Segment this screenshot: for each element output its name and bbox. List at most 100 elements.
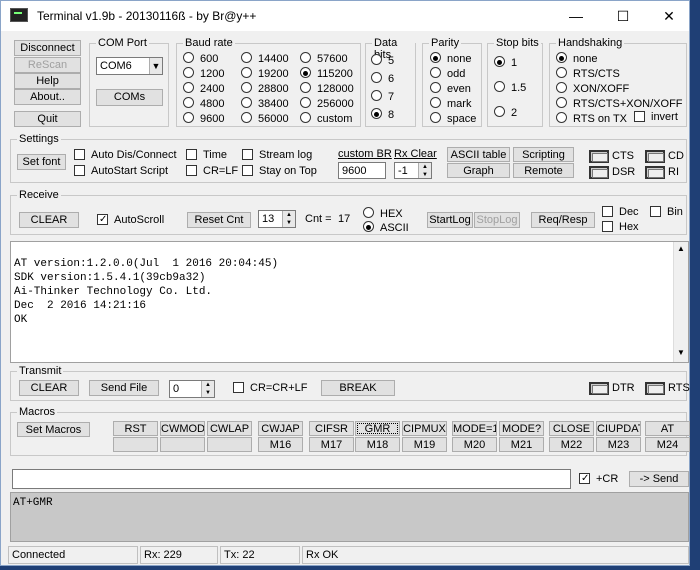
macro-button-1[interactable]: RST	[113, 421, 158, 436]
baud-2400-radio[interactable]: 2400	[183, 82, 224, 96]
macro-button-8[interactable]: MODE=1	[452, 421, 497, 436]
macro-m-button-6[interactable]: M18	[355, 437, 400, 452]
macro-button-5[interactable]: CIFSR	[309, 421, 354, 436]
cnt-spinner[interactable]: ▲ ▼	[282, 211, 295, 227]
stop-bits-2-radio[interactable]: 2	[494, 106, 517, 120]
com-port-select[interactable]: COM6 ▼	[96, 57, 163, 75]
baud-57600-radio[interactable]: 57600	[300, 52, 348, 66]
autostart-script-checkbox[interactable]: AutoStart Script	[74, 165, 168, 178]
parity-even-radio[interactable]: even	[430, 82, 471, 96]
hex-radio[interactable]: HEX	[363, 207, 403, 221]
stay-on-top-checkbox[interactable]: Stay on Top	[242, 165, 317, 178]
hex-checkbox[interactable]: Hex	[602, 221, 639, 234]
quit-button[interactable]: Quit	[14, 111, 81, 127]
custom-br-input[interactable]: 9600	[338, 162, 386, 179]
scroll-down-icon[interactable]: ▼	[677, 348, 685, 357]
scripting-button[interactable]: Scripting	[513, 147, 574, 162]
data-bits-5-radio[interactable]: 5	[371, 54, 394, 68]
macro-m-button-2[interactable]	[160, 437, 205, 452]
macro-m-button-10[interactable]: M22	[549, 437, 594, 452]
stop-bits-1-5-radio[interactable]: 1.5	[494, 81, 526, 95]
title-bar[interactable]: Terminal v1.9b - 20130116ß - by Br@y++ —…	[1, 1, 689, 31]
receive-scrollbar[interactable]: ▲ ▼	[673, 242, 688, 362]
macro-m-button-9[interactable]: M21	[499, 437, 544, 452]
macro-m-button-7[interactable]: M19	[402, 437, 447, 452]
macro-button-11[interactable]: CIUPDAT	[596, 421, 641, 436]
macro-button-6[interactable]: GMR	[355, 421, 400, 436]
cr-lf-checkbox[interactable]: CR=LF	[186, 165, 238, 178]
rx-clear-spinner[interactable]: ▲ ▼	[418, 163, 431, 178]
baud-600-radio[interactable]: 600	[183, 52, 218, 66]
transmit-spinner-input[interactable]: 0 ▲ ▼	[169, 380, 215, 398]
stop-log-button[interactable]: StopLog	[474, 212, 520, 228]
cnt-input[interactable]: 13 ▲ ▼	[258, 210, 296, 228]
baud-9600-radio[interactable]: 9600	[183, 112, 224, 126]
autoscroll-checkbox[interactable]: AutoScroll	[97, 213, 164, 227]
auto-disconnect-checkbox[interactable]: Auto Dis/Connect	[74, 149, 177, 162]
baud-14400-radio[interactable]: 14400	[241, 52, 289, 66]
macro-m-button-5[interactable]: M17	[309, 437, 354, 452]
data-bits-6-radio[interactable]: 6	[371, 72, 394, 86]
baud-256000-radio[interactable]: 256000	[300, 97, 354, 111]
baud-56000-radio[interactable]: 56000	[241, 112, 289, 126]
macro-m-button-8[interactable]: M20	[452, 437, 497, 452]
send-file-button[interactable]: Send File	[89, 380, 159, 396]
rts-lamp-icon[interactable]	[645, 382, 665, 395]
macro-m-button-3[interactable]	[207, 437, 252, 452]
reset-cnt-button[interactable]: Reset Cnt	[187, 212, 251, 228]
scroll-up-icon[interactable]: ▲	[677, 244, 685, 253]
baud-custom-radio[interactable]: custom	[300, 112, 352, 126]
handshaking-none-radio[interactable]: none	[556, 52, 597, 66]
handshaking-rts-on-tx-radio[interactable]: RTS on TX	[556, 112, 627, 126]
baud-4800-radio[interactable]: 4800	[183, 97, 224, 111]
parity-mark-radio[interactable]: mark	[430, 97, 471, 111]
ascii-table-button[interactable]: ASCII table	[447, 147, 510, 162]
macro-button-10[interactable]: CLOSE	[549, 421, 594, 436]
req-resp-button[interactable]: Req/Resp	[531, 212, 595, 228]
help-button[interactable]: Help	[14, 73, 81, 89]
send-button[interactable]: -> Send	[629, 471, 689, 487]
parity-none-radio[interactable]: none	[430, 52, 471, 66]
receive-clear-button[interactable]: CLEAR	[19, 212, 79, 228]
baud-28800-radio[interactable]: 28800	[241, 82, 289, 96]
macro-button-12[interactable]: AT	[645, 421, 690, 436]
invert-checkbox[interactable]: invert	[634, 111, 678, 124]
macro-m-button-1[interactable]	[113, 437, 158, 452]
baud-38400-radio[interactable]: 38400	[241, 97, 289, 111]
macro-button-2[interactable]: CWMODE	[160, 421, 205, 436]
set-macros-button[interactable]: Set Macros	[17, 422, 90, 437]
stream-log-checkbox[interactable]: Stream log	[242, 149, 312, 162]
macro-m-button-4[interactable]: M16	[258, 437, 303, 452]
transmit-spinner[interactable]: ▲ ▼	[201, 381, 214, 397]
baud-1200-radio[interactable]: 1200	[183, 67, 224, 81]
macro-button-9[interactable]: MODE?	[499, 421, 544, 436]
data-bits-8-radio[interactable]: 8	[371, 108, 394, 122]
bin-checkbox[interactable]: Bin	[650, 206, 683, 219]
break-button[interactable]: BREAK	[321, 380, 395, 396]
cr-crlf-checkbox[interactable]: CR=CR+LF	[233, 382, 307, 395]
dec-checkbox[interactable]: Dec	[602, 206, 639, 219]
handshaking-xonxoff-radio[interactable]: XON/XOFF	[556, 82, 629, 96]
data-bits-7-radio[interactable]: 7	[371, 90, 394, 104]
parity-space-radio[interactable]: space	[430, 112, 476, 126]
handshaking-rtscts-xonxoff-radio[interactable]: RTS/CTS+XON/XOFF	[556, 97, 683, 111]
send-input[interactable]	[12, 469, 571, 489]
ascii-radio[interactable]: ASCII	[363, 221, 409, 235]
cr-checkbox[interactable]: +CR	[579, 472, 618, 486]
parity-odd-radio[interactable]: odd	[430, 67, 465, 81]
start-log-button[interactable]: StartLog	[427, 212, 473, 228]
rescan-button[interactable]: ReScan	[14, 57, 81, 73]
macro-m-button-11[interactable]: M23	[596, 437, 641, 452]
baud-128000-radio[interactable]: 128000	[300, 82, 354, 96]
time-checkbox[interactable]: Time	[186, 149, 227, 162]
handshaking-rtscts-radio[interactable]: RTS/CTS	[556, 67, 620, 81]
rx-clear-input[interactable]: -1 ▲ ▼	[394, 162, 432, 179]
about-button[interactable]: About..	[14, 89, 81, 105]
baud-19200-radio[interactable]: 19200	[241, 67, 289, 81]
close-button[interactable]: ✕	[654, 5, 684, 27]
macro-button-3[interactable]: CWLAP	[207, 421, 252, 436]
dtr-lamp-icon[interactable]	[589, 382, 609, 395]
set-font-button[interactable]: Set font	[17, 154, 66, 170]
stop-bits-1-radio[interactable]: 1	[494, 56, 517, 70]
disconnect-button[interactable]: Disconnect	[14, 40, 81, 56]
